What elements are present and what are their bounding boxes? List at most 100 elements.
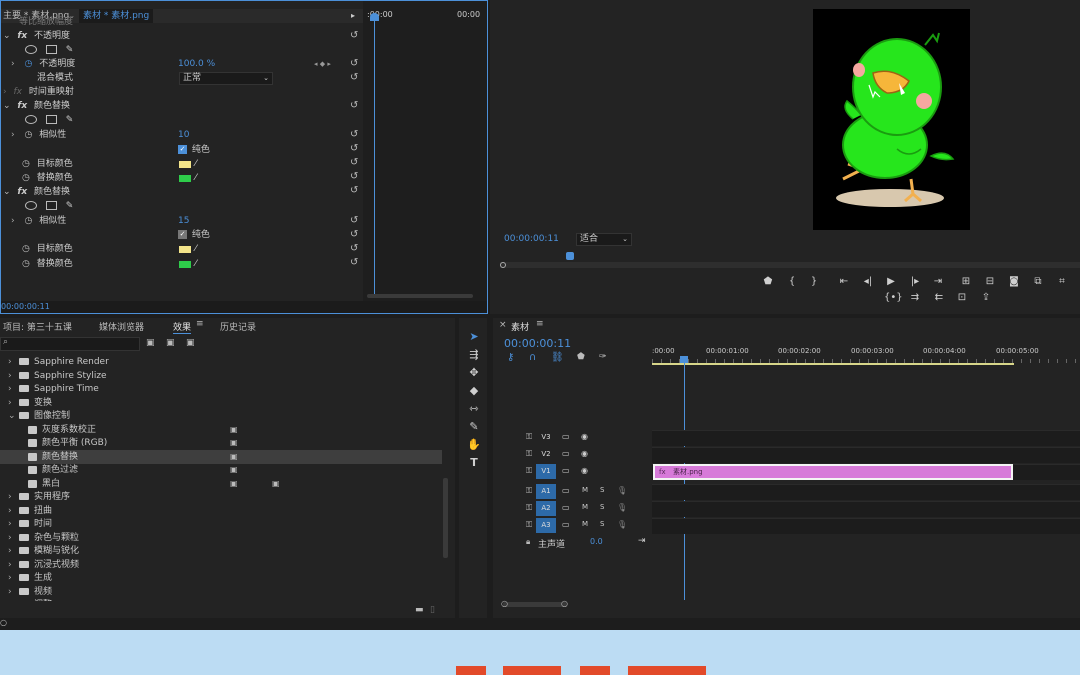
mark-in-icon[interactable]: {	[784, 276, 800, 288]
checkbox-checked-icon[interactable]: ✓	[178, 230, 187, 239]
similarity-2-value[interactable]: 15	[178, 214, 189, 228]
marker-icon[interactable]: ⬟	[760, 276, 776, 288]
effect-folder[interactable]: › 实用程序	[0, 490, 442, 504]
wrench-icon[interactable]: ✑	[599, 352, 607, 362]
solo-button[interactable]: S	[600, 520, 604, 528]
slip-tool-icon[interactable]: ⇿	[466, 402, 482, 416]
pure-color-2-row[interactable]: ✓ 纯色	[178, 228, 210, 242]
program-timecode[interactable]: 00:00:00:11	[504, 234, 559, 244]
effect-folder[interactable]: › 模糊与锐化	[0, 544, 442, 558]
keyframe-nav-icon[interactable]: ◂ ◆ ▸	[314, 57, 331, 71]
lock-icon[interactable]: ⚿	[526, 432, 532, 442]
track-target[interactable]: A3	[536, 518, 556, 533]
reset-icon[interactable]: ↺	[350, 215, 362, 227]
toggle-sync-lock-icon[interactable]: ▭	[562, 520, 570, 529]
track-select-tool-icon[interactable]: ⇶	[466, 348, 482, 362]
twirl-icon[interactable]: ›	[8, 490, 12, 504]
eyedropper-icon[interactable]: ⁄	[195, 171, 197, 185]
twirl-icon[interactable]: ⌄	[8, 409, 16, 423]
twirl-icon[interactable]: ›	[1, 59, 15, 69]
effect-folder[interactable]: › Sapphire Render	[0, 355, 442, 369]
ellipse-mask-icon[interactable]	[25, 201, 37, 210]
ellipse-mask-icon[interactable]	[25, 115, 37, 124]
eyedropper-icon[interactable]: ⁄	[195, 257, 197, 271]
go-to-end-icon[interactable]: ⇥	[638, 536, 646, 546]
microphone-icon[interactable]: 🎙︎	[617, 520, 627, 529]
twirl-icon[interactable]: ›	[1, 216, 15, 226]
target-color-swatch[interactable]	[179, 161, 191, 168]
effect-item[interactable]: ▣ 颜色平衡 (RGB)	[0, 436, 442, 450]
pen-mask-icon[interactable]: ✎	[66, 45, 74, 55]
twirl-icon[interactable]: ›	[8, 355, 12, 369]
effect-folder[interactable]: › 生成	[0, 571, 442, 585]
toggle-sync-lock-icon[interactable]: ▭	[562, 503, 570, 512]
reset-icon[interactable]: ↺	[350, 185, 362, 197]
reset-icon[interactable]: ↺	[350, 157, 362, 169]
lock-icon[interactable]: ⚿	[526, 520, 532, 530]
twirl-icon[interactable]: ›	[8, 504, 12, 518]
pen-mask-icon[interactable]: ✎	[66, 201, 74, 211]
stopwatch-icon[interactable]: ◷	[17, 216, 32, 226]
zoom-handle-left[interactable]	[500, 262, 506, 268]
microphone-icon[interactable]: 🎙︎	[617, 503, 627, 512]
extract-icon[interactable]: ⊟	[982, 276, 998, 288]
32bit-effects-icon[interactable]: ▣	[166, 338, 175, 348]
effect-folder[interactable]: › 变换	[0, 396, 442, 410]
linked-selection-icon[interactable]: ⛓	[551, 352, 564, 363]
yuv-effects-icon[interactable]: ▣	[186, 338, 195, 348]
time-remap-row[interactable]: › fx 时间重映射	[1, 85, 74, 99]
mute-button[interactable]: M	[582, 520, 588, 528]
track-target[interactable]: V2	[536, 447, 556, 462]
checkbox-checked-icon[interactable]: ✓	[178, 145, 187, 154]
twirl-icon[interactable]: ›	[8, 517, 12, 531]
twirl-icon[interactable]: ›	[8, 558, 12, 572]
reset-icon[interactable]: ↺	[350, 100, 362, 112]
opacity-header-row[interactable]: ⌄ fx 不透明度	[1, 29, 70, 43]
nest-icon[interactable]: ⚷	[507, 352, 514, 363]
play-icon[interactable]: ▶	[883, 276, 899, 288]
ellipse-mask-icon[interactable]	[25, 45, 37, 54]
lock-icon[interactable]: 🔒︎	[526, 537, 530, 547]
clip-v1[interactable]: fx 素材.png	[653, 464, 1013, 480]
twirl-icon[interactable]: ›	[8, 369, 12, 383]
twirl-icon[interactable]: ›	[8, 531, 12, 545]
opacity-value[interactable]: 100.0 %	[178, 57, 215, 71]
pen-mask-icon[interactable]: ✎	[66, 115, 74, 125]
zoom-handle-icon[interactable]: ○	[501, 599, 508, 608]
lock-icon[interactable]: ⚿	[526, 449, 532, 459]
tab-history[interactable]: 历史记录	[220, 320, 256, 333]
fit-zoom-select[interactable]: 适合 ⌄	[576, 233, 632, 246]
effect-folder[interactable]: › 时间	[0, 517, 442, 531]
stopwatch-icon[interactable]: ◷	[17, 130, 32, 140]
mark-out-icon[interactable]: }	[806, 276, 822, 288]
reset-icon[interactable]: ↺	[350, 143, 362, 155]
tab-project[interactable]: 项目: 第三十五课	[3, 320, 72, 333]
twirl-icon[interactable]: ›	[8, 571, 12, 585]
eyedropper-icon[interactable]: ⁄	[195, 242, 197, 256]
snap-icon[interactable]: ∩	[529, 352, 536, 363]
effects-search-input[interactable]: ⌕	[0, 337, 140, 351]
eyedropper-icon[interactable]: ⁄	[195, 157, 197, 171]
tab-media-browser[interactable]: 媒体浏览器	[99, 320, 144, 333]
effect-folder[interactable]: ⌄ 图像控制	[0, 409, 442, 423]
lock-icon[interactable]: ⚿	[526, 466, 532, 476]
reset-icon[interactable]: ↺	[350, 30, 362, 42]
menu-icon[interactable]: ≡	[196, 319, 204, 329]
ripple-edit-tool-icon[interactable]: ✥	[466, 366, 482, 380]
effect-item[interactable]: ▣ ▣ 黑白	[0, 477, 442, 491]
razor-tool-icon[interactable]: ◆	[466, 384, 482, 398]
reset-icon[interactable]: ↺	[350, 257, 362, 269]
program-playhead-marker[interactable]	[566, 252, 574, 260]
go-to-out-icon[interactable]: ⇥	[930, 276, 946, 288]
timeline-zoom-bar[interactable]	[503, 602, 567, 607]
timeline-ruler[interactable]: :00:00 00:00:01:00 00:00:02:00 00:00:03:…	[652, 345, 1080, 367]
reset-icon[interactable]: ↺	[350, 72, 362, 84]
solo-button[interactable]: S	[600, 486, 604, 494]
color-replace-1-header[interactable]: ⌄ fx 颜色替换	[1, 99, 70, 113]
solo-button[interactable]: S	[600, 503, 604, 511]
camera-icon[interactable]: ◙	[1006, 276, 1022, 288]
stopwatch-icon[interactable]: ◷	[1, 173, 30, 183]
rectangle-mask-icon[interactable]	[45, 201, 57, 210]
mini-zoom-scrollbar[interactable]	[367, 294, 473, 298]
toggle-sync-lock-icon[interactable]: ▭	[562, 432, 570, 441]
